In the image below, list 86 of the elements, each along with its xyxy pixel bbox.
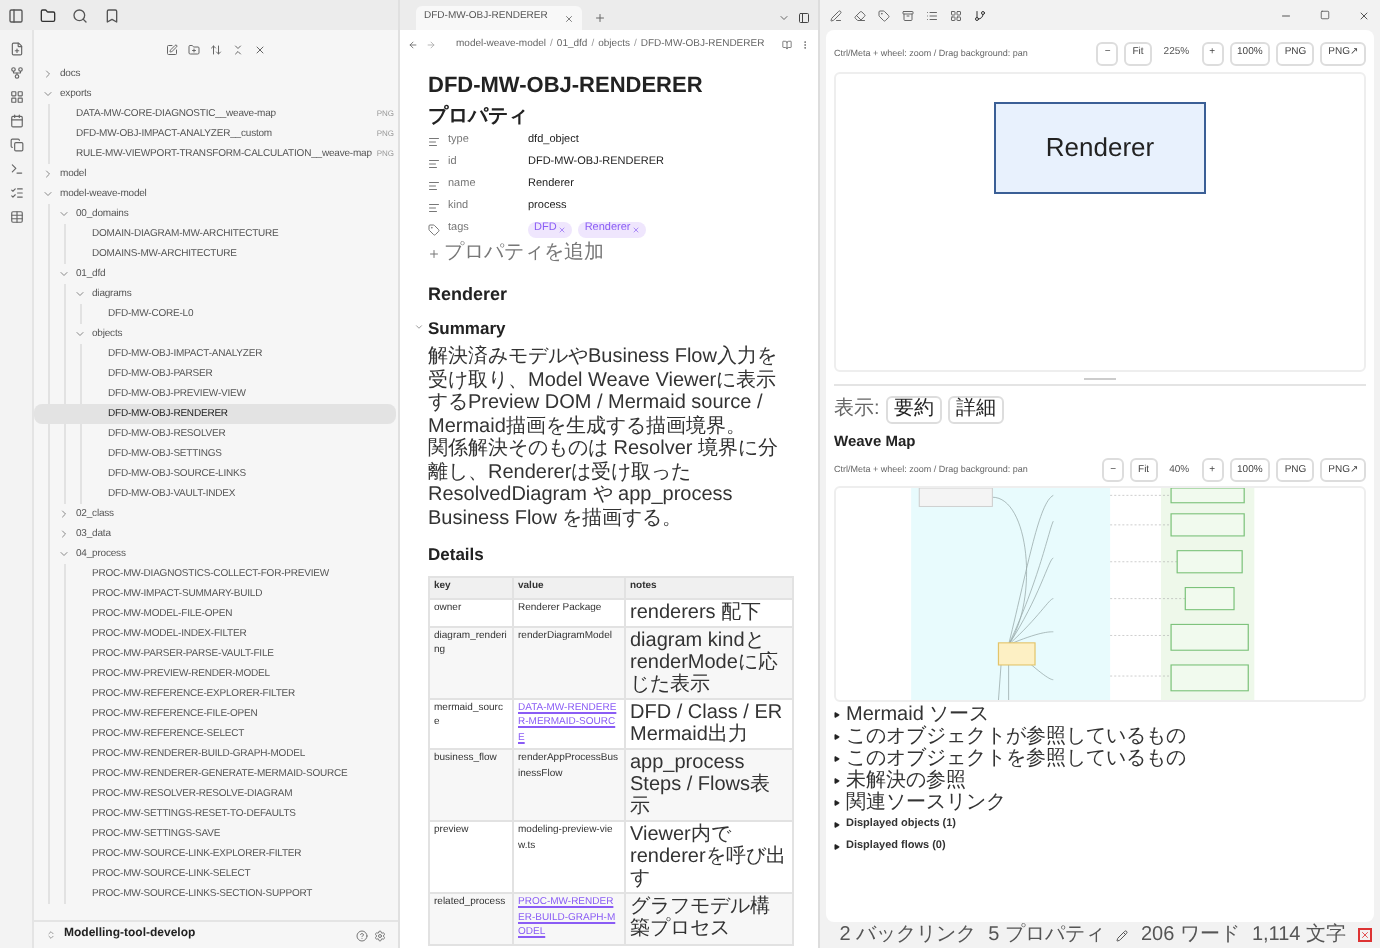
terminal-icon[interactable]	[9, 162, 23, 176]
text-property-icon	[428, 201, 440, 213]
plus-icon[interactable]	[428, 247, 440, 259]
expand-triangle-icon	[834, 712, 840, 719]
table-cell-text: app_process Steps / Flows表示	[630, 752, 773, 818]
graph-node[interactable]	[1170, 624, 1249, 652]
graph-node[interactable]	[1170, 664, 1249, 692]
minimize-icon[interactable]	[1280, 9, 1292, 21]
settings-icon[interactable]	[374, 929, 386, 941]
back-icon[interactable]	[408, 40, 418, 50]
section-heading: Summary	[428, 315, 506, 341]
expand-triangle-icon	[834, 800, 840, 807]
sort-icon[interactable]	[210, 43, 222, 55]
view-label: 表示:	[834, 395, 880, 424]
new-tab-icon[interactable]	[593, 12, 606, 24]
status-item: 5 プロパティ	[988, 923, 1105, 947]
sidebar-toggle-icon[interactable]	[8, 7, 24, 23]
text-property-icon	[428, 135, 440, 147]
text-property-icon	[428, 179, 440, 191]
table-cell: Viewer内でrendererを呼び出す	[630, 824, 788, 890]
help-icon[interactable]	[356, 929, 368, 941]
collapse-icon[interactable]	[414, 322, 424, 333]
graph-icon[interactable]	[9, 66, 23, 80]
calendar-icon[interactable]	[9, 114, 23, 128]
expand-triangle-icon	[834, 756, 840, 763]
view-button[interactable]: 要約	[885, 395, 942, 423]
table-cell-text: グラフモデル構築プロセス	[630, 896, 772, 940]
edit-mode-icon[interactable]	[1116, 929, 1129, 941]
file-plus-icon[interactable]	[9, 42, 23, 56]
maximize-icon[interactable]	[1320, 10, 1330, 20]
sidebar-toggle-icon[interactable]	[798, 12, 810, 24]
collapsed-section[interactable]: このオブジェクトを参照しているもの	[834, 748, 1366, 771]
collapsed-section[interactable]: このオブジェクトが参照しているもの	[834, 726, 1366, 749]
copy-icon[interactable]	[9, 138, 23, 152]
graph-node[interactable]	[1170, 513, 1245, 537]
new-folder-icon[interactable]	[188, 43, 200, 55]
expand-triangle-icon	[834, 778, 840, 785]
table-icon[interactable]	[9, 210, 23, 224]
table-cell-text: diagram kindと renderModeに応じた表示	[630, 629, 780, 695]
list-icon[interactable]	[926, 9, 938, 21]
archive-icon[interactable]	[902, 9, 914, 21]
bookmark-icon[interactable]	[104, 7, 120, 23]
expand-triangle-icon	[834, 734, 840, 741]
new-note-icon[interactable]	[166, 43, 178, 55]
status-item: 2 バックリンク	[839, 923, 977, 947]
checklist-icon[interactable]	[9, 186, 23, 200]
reading-view-icon[interactable]	[782, 40, 792, 50]
table-cell-text: DFD / Class / ER Mermaid出力	[630, 701, 785, 745]
sync-error-icon[interactable]	[1358, 928, 1372, 942]
collapsed-section[interactable]: Mermaid ソース	[834, 704, 1366, 727]
grid-icon[interactable]	[950, 9, 962, 21]
note-title: DFD-MW-OBJ-RENDERER	[428, 72, 705, 100]
expand-triangle-icon	[834, 822, 840, 829]
tag-icon	[428, 223, 440, 235]
close-icon[interactable]	[254, 43, 266, 55]
view-button[interactable]: 詳細	[947, 395, 1004, 423]
vault-switch-icon[interactable]	[46, 930, 56, 940]
graph-node[interactable]	[918, 488, 993, 508]
properties-heading: プロパティ	[428, 106, 530, 130]
text-property-icon	[428, 157, 440, 169]
graph-node[interactable]	[997, 642, 1036, 667]
status-item: 1,114 文字	[1251, 923, 1346, 947]
tab-list-icon[interactable]	[778, 12, 790, 24]
expand-triangle-icon	[834, 844, 840, 851]
close-icon[interactable]	[1358, 9, 1370, 21]
collapse-icon[interactable]	[232, 43, 244, 55]
add-property-button[interactable]: プロパティを追加	[428, 240, 790, 266]
folder-icon[interactable]	[40, 7, 56, 23]
section-heading: Details	[428, 542, 486, 568]
graph-node[interactable]	[1184, 587, 1235, 611]
status-item: 206 ワード	[1140, 923, 1240, 947]
search-icon[interactable]	[72, 7, 88, 23]
collapsed-section[interactable]: 関連ソースリンク	[834, 792, 1366, 815]
summary-paragraph: 関係解決そのものは Resolver 境界に分離し、Rendererは受け取ったResolvedDiagram や app_process Business Flow を描画する。	[428, 438, 781, 531]
graph-node[interactable]	[1176, 550, 1243, 574]
summary-paragraph: 解決済みモデルやBusiness Flow入力を受け取り、Model Weave Viewerに表示するPreview DOM / Mermaid source / Mermaid描画を生成する描画境界。	[428, 346, 779, 438]
tag-icon[interactable]	[878, 9, 890, 21]
graph-node[interactable]	[1170, 488, 1245, 504]
branch-icon[interactable]	[974, 9, 986, 21]
renderer-node[interactable]: Renderer	[994, 102, 1206, 194]
grid-icon[interactable]	[9, 90, 23, 104]
eraser-icon[interactable]	[854, 9, 866, 21]
table-cell-text: renderers 配下	[630, 601, 764, 623]
collapsed-section[interactable]: 未解決の参照	[834, 770, 1366, 793]
pen-icon[interactable]	[830, 9, 842, 21]
heading: Renderer	[428, 282, 510, 308]
